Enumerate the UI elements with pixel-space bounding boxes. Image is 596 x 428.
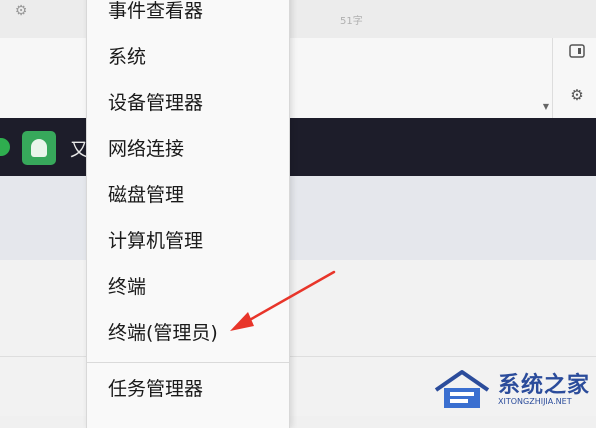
watermark-name: 系统之家 (498, 373, 591, 398)
house-logo-icon (434, 370, 490, 408)
watermark: 系统之家 XITONGZHIJIA.NET (430, 364, 596, 416)
watermark-url: XITONGZHIJIA.NET (498, 397, 572, 406)
annotation-arrow-icon (230, 270, 336, 331)
